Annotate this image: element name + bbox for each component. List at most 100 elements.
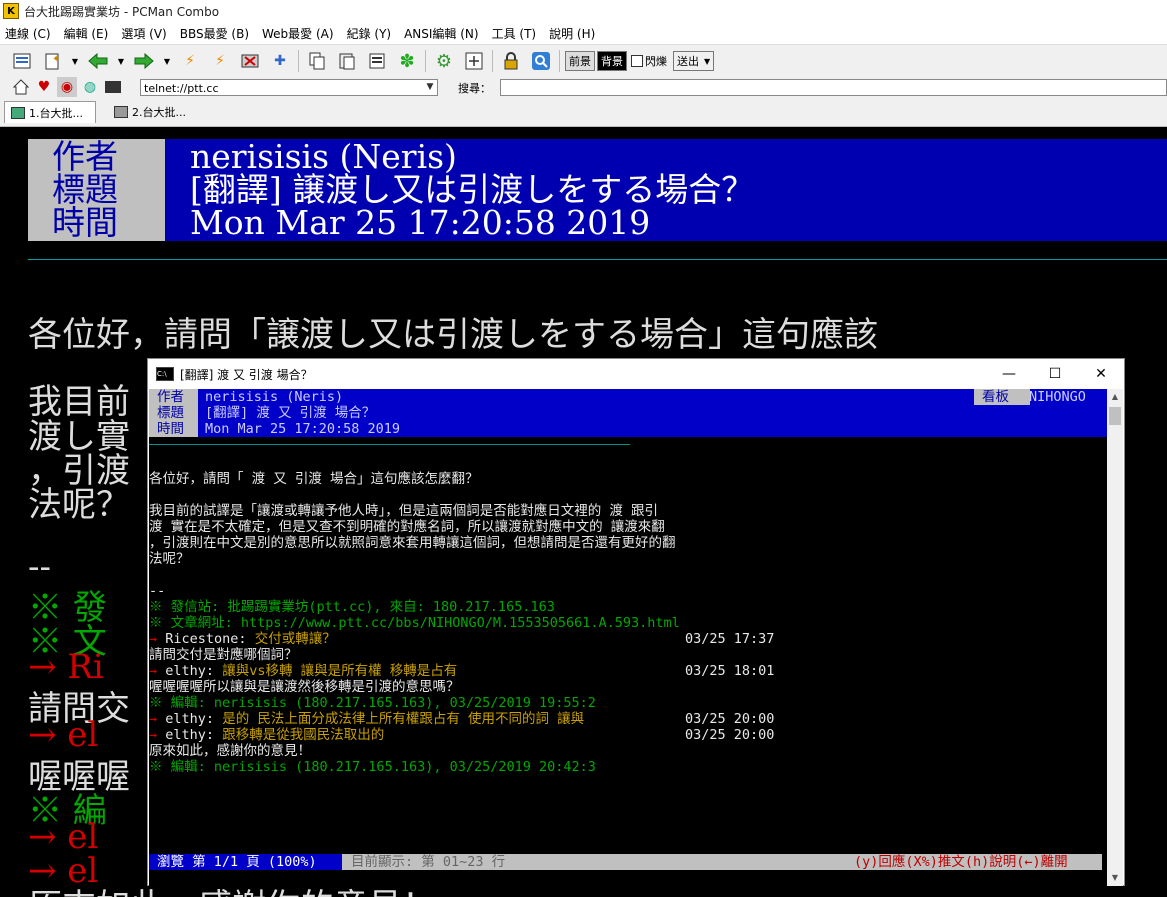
globe-icon[interactable]: ◍ [80, 77, 100, 97]
arrow-icon: → [149, 727, 158, 743]
add-favorite-icon[interactable]: ✚ [268, 49, 292, 73]
toolbar-divider [559, 50, 560, 72]
blink-checkbox[interactable] [631, 55, 643, 67]
vertical-scrollbar[interactable]: ▲ ▼ [1107, 389, 1123, 886]
fullscreen-icon[interactable] [462, 49, 486, 73]
title-label: 標題 [157, 405, 184, 421]
scroll-down-icon[interactable]: ▼ [1107, 870, 1123, 886]
tab-label: 2.台大批... [132, 106, 186, 119]
favorites-heart-icon[interactable]: ♥ [34, 77, 54, 97]
edit-line: ※ 編輯: nerisisis (180.217.165.163), 03/25… [149, 759, 596, 775]
comment-user: elthy: [165, 727, 215, 743]
telnet-titlebar: C:\ [翻譯] 渡 又 引渡 場合？ [148, 359, 1124, 389]
minimize-button[interactable]: — [986, 359, 1032, 389]
menu-tools[interactable]: 工具 (T) [492, 25, 537, 42]
status-keys: (y)回應(X%)推文(h)說明(←)離開 [854, 854, 1068, 870]
search-input[interactable] [500, 79, 1167, 96]
edit-line: ※ 編輯: nerisisis (180.217.165.163), 03/25… [149, 695, 596, 711]
comment-row: → Ricestone: 交付或轉讓？ [149, 631, 336, 647]
article-time: Mon Mar 25 17:20:58 2019 [205, 421, 401, 437]
back-arrow-icon[interactable] [86, 49, 110, 73]
chevron-down-icon[interactable]: ▼ [423, 80, 437, 95]
close-button[interactable]: ✕ [1078, 359, 1124, 389]
tab-connection-1[interactable]: 1.台大批... [4, 101, 96, 123]
toolbar-divider [425, 50, 426, 72]
comment-row: → elthy: 跟移轉是從我國民法取出的 [149, 727, 384, 743]
toolbar-divider [492, 50, 493, 72]
emoticon-icon[interactable]: ✽ [395, 49, 419, 73]
telnet-title: [翻譯] 渡 又 引渡 場合？ [180, 367, 313, 382]
telnet-window[interactable]: C:\ [翻譯] 渡 又 引渡 場合？ — ☐ ✕ 作者 標題 時間 neris… [147, 358, 1125, 886]
comment-user: elthy: [165, 663, 215, 679]
arrow-icon: → [149, 711, 158, 727]
sites-icon[interactable] [10, 49, 34, 73]
send-label: 送出 [677, 55, 699, 68]
status-lines: 目前顯示: 第 01~23 行 [351, 854, 506, 870]
settings-gear-icon[interactable]: ⚙ [432, 49, 456, 73]
article-line: 法呢？ [28, 485, 130, 525]
status-page: 瀏覽 第 1/1 頁 (100%) [157, 854, 317, 870]
console-icon: C:\ [156, 367, 174, 381]
send-button[interactable]: 送出 ▼ [673, 51, 715, 71]
body-line: 渡 實在是不太確定，但是又查不到明確的對應名詞，所以讓渡就對應中文的 讓渡來翻 [149, 519, 665, 535]
header-divider [28, 259, 1167, 260]
dropdown-arrow-icon[interactable]: ▼ [116, 49, 126, 73]
article-title: [翻譯] 譲渡し又は引渡しをする場合？ [190, 170, 755, 209]
terminal-icon [114, 106, 128, 118]
dropdown-arrow-icon[interactable]: ▼ [162, 49, 172, 73]
maximize-button[interactable]: ☐ [1032, 359, 1078, 389]
terminal-icon [11, 106, 25, 119]
paste-icon[interactable] [335, 49, 359, 73]
signature-url[interactable]: ※ 文章網址: https://www.ptt.cc/bbs/NIHONGO/M… [149, 615, 680, 631]
dropdown-arrow-icon[interactable]: ▼ [70, 49, 80, 73]
menu-log[interactable]: 紀錄 (Y) [347, 25, 392, 42]
telnet-terminal[interactable]: 作者 標題 時間 nerisisis (Neris) [翻譯] 渡 又 引渡 場… [149, 389, 1108, 886]
foreground-color-button[interactable]: 前景 [565, 51, 595, 71]
menu-edit[interactable]: 編輯 (E) [64, 25, 109, 42]
body-line: 我目前的試譯是「讓渡或轉讓予他人時」，但是這兩個詞是否能對應日文裡的 渡 跟引 [149, 503, 659, 519]
arrow-icon: → [149, 663, 158, 679]
reconnect-icon[interactable]: ⚡ [178, 49, 202, 73]
search-magnifier-icon[interactable] [529, 49, 553, 73]
copy-with-color-icon[interactable] [365, 49, 389, 73]
author-label: 作者 [157, 389, 184, 405]
scroll-thumb[interactable] [1109, 407, 1121, 425]
scroll-up-icon[interactable]: ▲ [1107, 389, 1123, 405]
menu-connect[interactable]: 連線 (C) [5, 25, 51, 42]
menu-bbs-favorites[interactable]: BBS最愛 (B) [180, 25, 249, 42]
header-divider [149, 444, 630, 445]
comment-row: → elthy: 是的 民法上面分成法律上所有權跟占有 使用不同的詞 讓與 [149, 711, 584, 727]
reply-line: 喔喔喔喔所以讓與是讓渡然後移轉是引渡的意思嗎？ [149, 679, 460, 695]
body-line: 各位好，請問「 渡 又 引渡 場合」這句應該怎麼翻？ [149, 471, 479, 487]
comment-time: 03/25 18:01 [685, 663, 775, 679]
new-connection-icon[interactable]: ✦ [40, 49, 64, 73]
author-label: 作者 [52, 137, 118, 176]
reply-line: 請問交付是對應哪個詞？ [149, 647, 298, 663]
forward-arrow-icon[interactable] [132, 49, 156, 73]
article-title: [翻譯] 渡 又 引渡 場合？ [205, 405, 376, 421]
body-line: -- [149, 583, 166, 599]
address-input[interactable]: telnet://ptt.cc ▼ [140, 79, 438, 96]
history-icon[interactable]: ◉ [57, 77, 77, 97]
menu-help[interactable]: 說明 (H) [549, 25, 595, 42]
close-connection-icon[interactable] [238, 49, 262, 73]
comment-text: 讓與vs移轉 讓與是所有權 移轉是占有 [222, 663, 458, 679]
arrow-icon: → [149, 631, 158, 647]
terminal-icon[interactable] [103, 77, 123, 97]
toolbar-divider [298, 50, 299, 72]
menu-options[interactable]: 選項 (V) [121, 25, 166, 42]
article-line: 各位好，請問「譲渡し又は引渡しをする場合」這句應該 [28, 315, 878, 355]
app-titlebar: K 台大批踢踢實業坊 - PCMan Combo [0, 0, 1167, 22]
main-toolbar: ✦ ▼ ▼ ▼ ⚡ ⚡ ✚ ✽ ⚙ 前景 背景 閃爍 送出 ▼ [0, 44, 1167, 77]
menu-ansi-edit[interactable]: ANSI編輯 (N) [404, 25, 479, 42]
tab-connection-2[interactable]: 2.台大批... [108, 101, 204, 123]
comment-time: 03/25 20:00 [685, 727, 775, 743]
home-icon[interactable] [11, 77, 31, 97]
reconnect-all-icon[interactable]: ⚡ [208, 49, 232, 73]
copy-icon[interactable] [305, 49, 329, 73]
lock-icon[interactable] [499, 49, 523, 73]
comment-user: Ricestone: [165, 631, 247, 647]
chevron-down-icon: ▼ [704, 56, 711, 66]
background-color-button[interactable]: 背景 [597, 51, 627, 71]
menu-web-favorites[interactable]: Web最愛 (A) [262, 25, 334, 42]
